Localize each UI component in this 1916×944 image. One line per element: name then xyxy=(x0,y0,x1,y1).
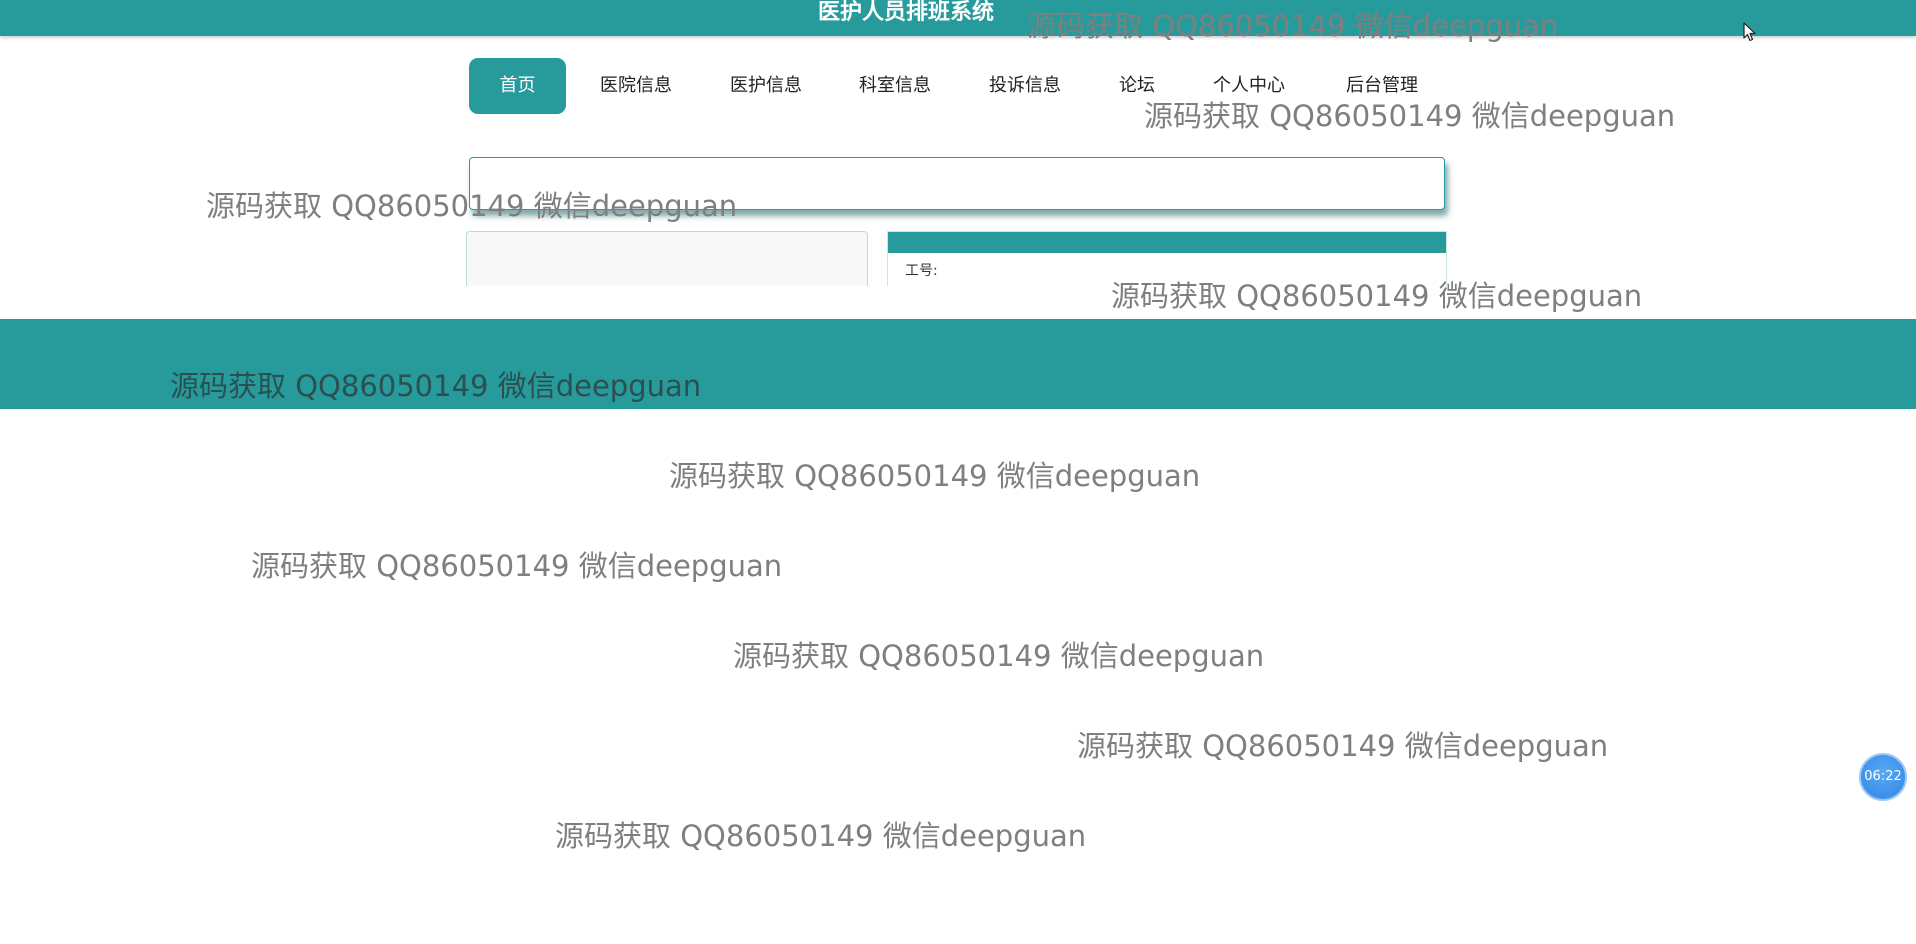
floating-timer-button[interactable]: 06:22 xyxy=(1859,753,1907,801)
watermark-text: 源码获取 QQ86050149 微信deepguan xyxy=(669,459,1201,493)
top-header-bar: 医护人员排班系统 xyxy=(0,0,1916,36)
search-input[interactable] xyxy=(469,157,1445,210)
watermark-text: 源码获取 QQ86050149 微信deepguan xyxy=(733,639,1265,673)
nav-item-forum[interactable]: 论坛 xyxy=(1119,58,1155,114)
site-title: 医护人员排班系统 xyxy=(818,0,995,25)
nav-item-personal-center[interactable]: 个人中心 xyxy=(1213,58,1285,114)
staff-detail-card: 工号: xyxy=(887,231,1447,286)
watermark-text: 源码获取 QQ86050149 微信deepguan xyxy=(251,549,783,583)
nav-item-department-info[interactable]: 科室信息 xyxy=(859,58,931,114)
nav-item-home[interactable]: 首页 xyxy=(469,58,566,114)
nav-item-admin[interactable]: 后台管理 xyxy=(1346,58,1418,114)
image-panel xyxy=(466,231,868,286)
nav-item-medical-staff-info[interactable]: 医护信息 xyxy=(730,58,802,114)
footer-band xyxy=(0,319,1916,409)
nav-item-hospital-info[interactable]: 医院信息 xyxy=(600,58,672,114)
watermark-text: 源码获取 QQ86050149 微信deepguan xyxy=(555,819,1087,853)
mouse-pointer-icon xyxy=(1743,22,1756,42)
watermark-text: 源码获取 QQ86050149 微信deepguan xyxy=(1077,729,1609,763)
nav-item-complaint-info[interactable]: 投诉信息 xyxy=(989,58,1061,114)
detail-card-header xyxy=(888,232,1446,253)
employee-id-label: 工号: xyxy=(905,263,938,279)
